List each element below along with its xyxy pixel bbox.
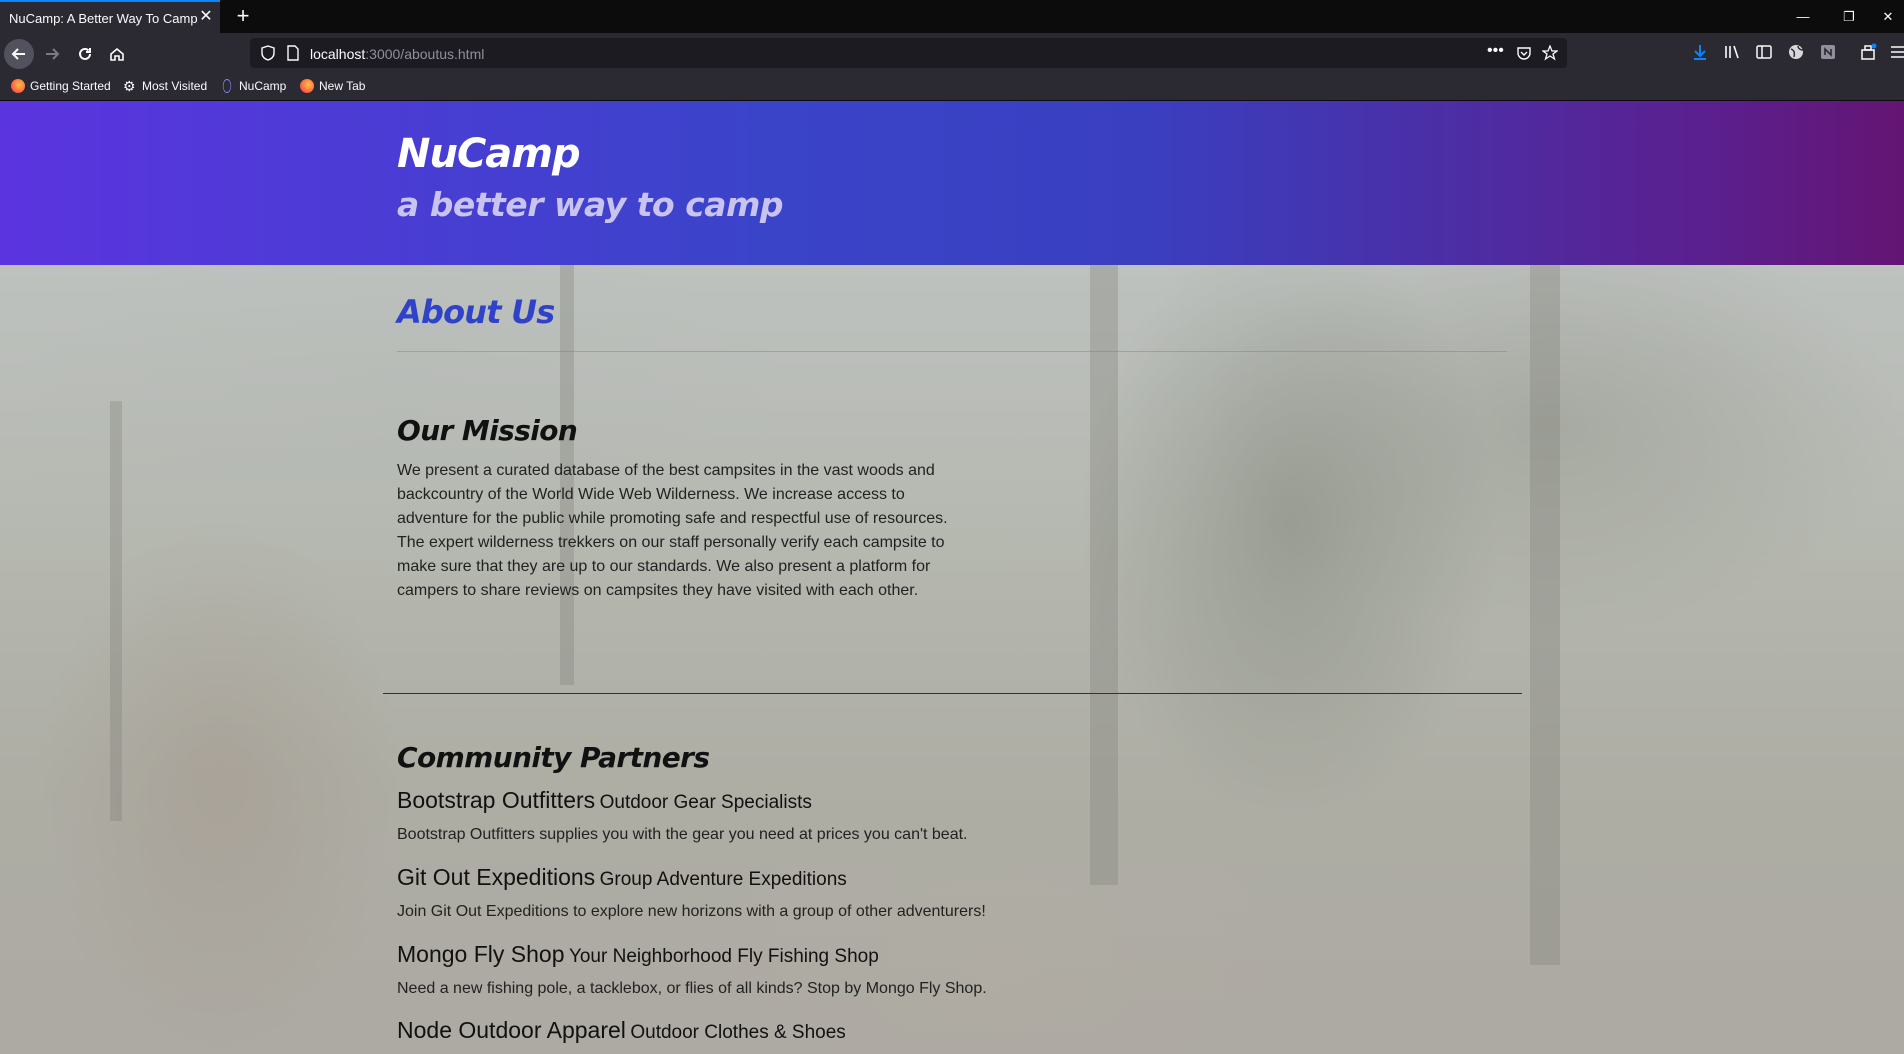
page-title: About Us <box>397 293 555 331</box>
site-tagline: a better way to camp <box>397 185 783 224</box>
partner-tagline: Your Neighborhood Fly Fishing Shop <box>568 946 879 967</box>
mission-heading: Our Mission <box>397 414 578 447</box>
tab-bar: NuCamp: A Better Way To Camp ✕ + — ❐ ✕ <box>0 0 1904 33</box>
nav-bar: localhost:3000/aboutus.html ••• <box>0 33 1904 73</box>
forward-button[interactable] <box>37 39 67 69</box>
gear-icon: ⚙ <box>123 78 136 94</box>
partner-tagline: Outdoor Gear Specialists <box>599 792 812 813</box>
bookmark-nucamp[interactable]: NuCamp <box>220 79 286 93</box>
home-button[interactable] <box>102 39 132 69</box>
bookmark-label: NuCamp <box>239 79 287 93</box>
bookmark-star-icon[interactable] <box>1542 45 1558 61</box>
tab-title: NuCamp: A Better Way To Camp <box>9 11 198 26</box>
extensions-puzzle-icon[interactable] <box>1859 43 1877 61</box>
section-divider <box>383 693 1522 694</box>
bookmark-new-tab[interactable]: New Tab <box>300 79 365 93</box>
divider <box>397 351 1507 352</box>
reload-button[interactable] <box>70 39 100 69</box>
bookmark-getting-started[interactable]: Getting Started <box>11 79 111 93</box>
address-bar[interactable]: localhost:3000/aboutus.html ••• <box>250 38 1567 68</box>
partner-description: Join Git Out Expeditions to explore new … <box>397 903 986 920</box>
tab-active[interactable]: NuCamp: A Better Way To Camp ✕ <box>0 0 220 33</box>
forward-arrow-icon <box>46 48 60 60</box>
bookmarks-bar: Getting Started ⚙ Most Visited NuCamp Ne… <box>0 73 1904 101</box>
partners-heading: Community Partners <box>397 741 710 774</box>
page-actions-icon[interactable]: ••• <box>1487 42 1504 60</box>
minimize-icon[interactable]: — <box>1780 0 1826 33</box>
menu-icon[interactable] <box>1890 43 1904 61</box>
page-viewport[interactable]: NuCamp a better way to camp About Us Our… <box>0 101 1904 1054</box>
mission-text: We present a curated database of the bes… <box>397 462 948 599</box>
shield-icon[interactable] <box>260 45 276 61</box>
react-icon <box>222 79 232 93</box>
partner-name: Mongo Fly Shop <box>397 941 565 967</box>
partner-tagline: Outdoor Clothes & Shoes <box>630 1022 846 1043</box>
bookmark-most-visited[interactable]: ⚙ Most Visited <box>123 79 207 93</box>
partner-title: Bootstrap Outfitters Outdoor Gear Specia… <box>397 787 812 814</box>
bookmark-label: New Tab <box>319 79 366 93</box>
partner-name: Bootstrap Outfitters <box>397 787 596 813</box>
site-title: NuCamp <box>397 131 581 177</box>
partner-name: Node Outdoor Apparel <box>397 1017 626 1043</box>
bookmark-label: Getting Started <box>30 79 111 93</box>
url-host: localhost <box>310 46 366 62</box>
partner-description: Need a new fishing pole, a tacklebox, or… <box>397 980 987 997</box>
bookmark-label: Most Visited <box>142 79 208 93</box>
home-icon <box>110 47 124 61</box>
extension-globe-icon[interactable] <box>1787 43 1805 61</box>
downloads-icon[interactable] <box>1691 43 1709 61</box>
close-window-icon[interactable]: ✕ <box>1872 0 1904 33</box>
partner-title: Node Outdoor Apparel Outdoor Clothes & S… <box>397 1017 846 1044</box>
tab-close-icon[interactable]: ✕ <box>197 8 215 26</box>
partner-title: Git Out Expeditions Group Adventure Expe… <box>397 864 847 891</box>
extension-box-icon[interactable] <box>1819 43 1837 61</box>
url-text[interactable]: localhost:3000/aboutus.html <box>310 46 484 62</box>
page-icon[interactable] <box>285 45 301 61</box>
partner-title: Mongo Fly Shop Your Neighborhood Fly Fis… <box>397 941 879 968</box>
partner-description: Bootstrap Outfitters supplies you with t… <box>397 826 968 843</box>
partner-name: Git Out Expeditions <box>397 864 596 890</box>
firefox-icon <box>11 79 25 93</box>
library-icon[interactable] <box>1723 43 1741 61</box>
partner-tagline: Group Adventure Expeditions <box>599 869 847 890</box>
site-header: NuCamp a better way to camp <box>0 101 1904 265</box>
new-tab-icon[interactable]: + <box>231 4 255 28</box>
background-overlay <box>0 265 1904 1054</box>
back-button[interactable] <box>4 39 34 69</box>
back-arrow-icon <box>11 48 25 60</box>
pocket-icon[interactable] <box>1516 45 1532 61</box>
restore-icon[interactable]: ❐ <box>1826 0 1872 33</box>
url-path: :3000/aboutus.html <box>365 46 485 62</box>
reload-icon <box>79 47 91 60</box>
sidebar-icon[interactable] <box>1755 43 1773 61</box>
firefox-icon <box>300 79 314 93</box>
